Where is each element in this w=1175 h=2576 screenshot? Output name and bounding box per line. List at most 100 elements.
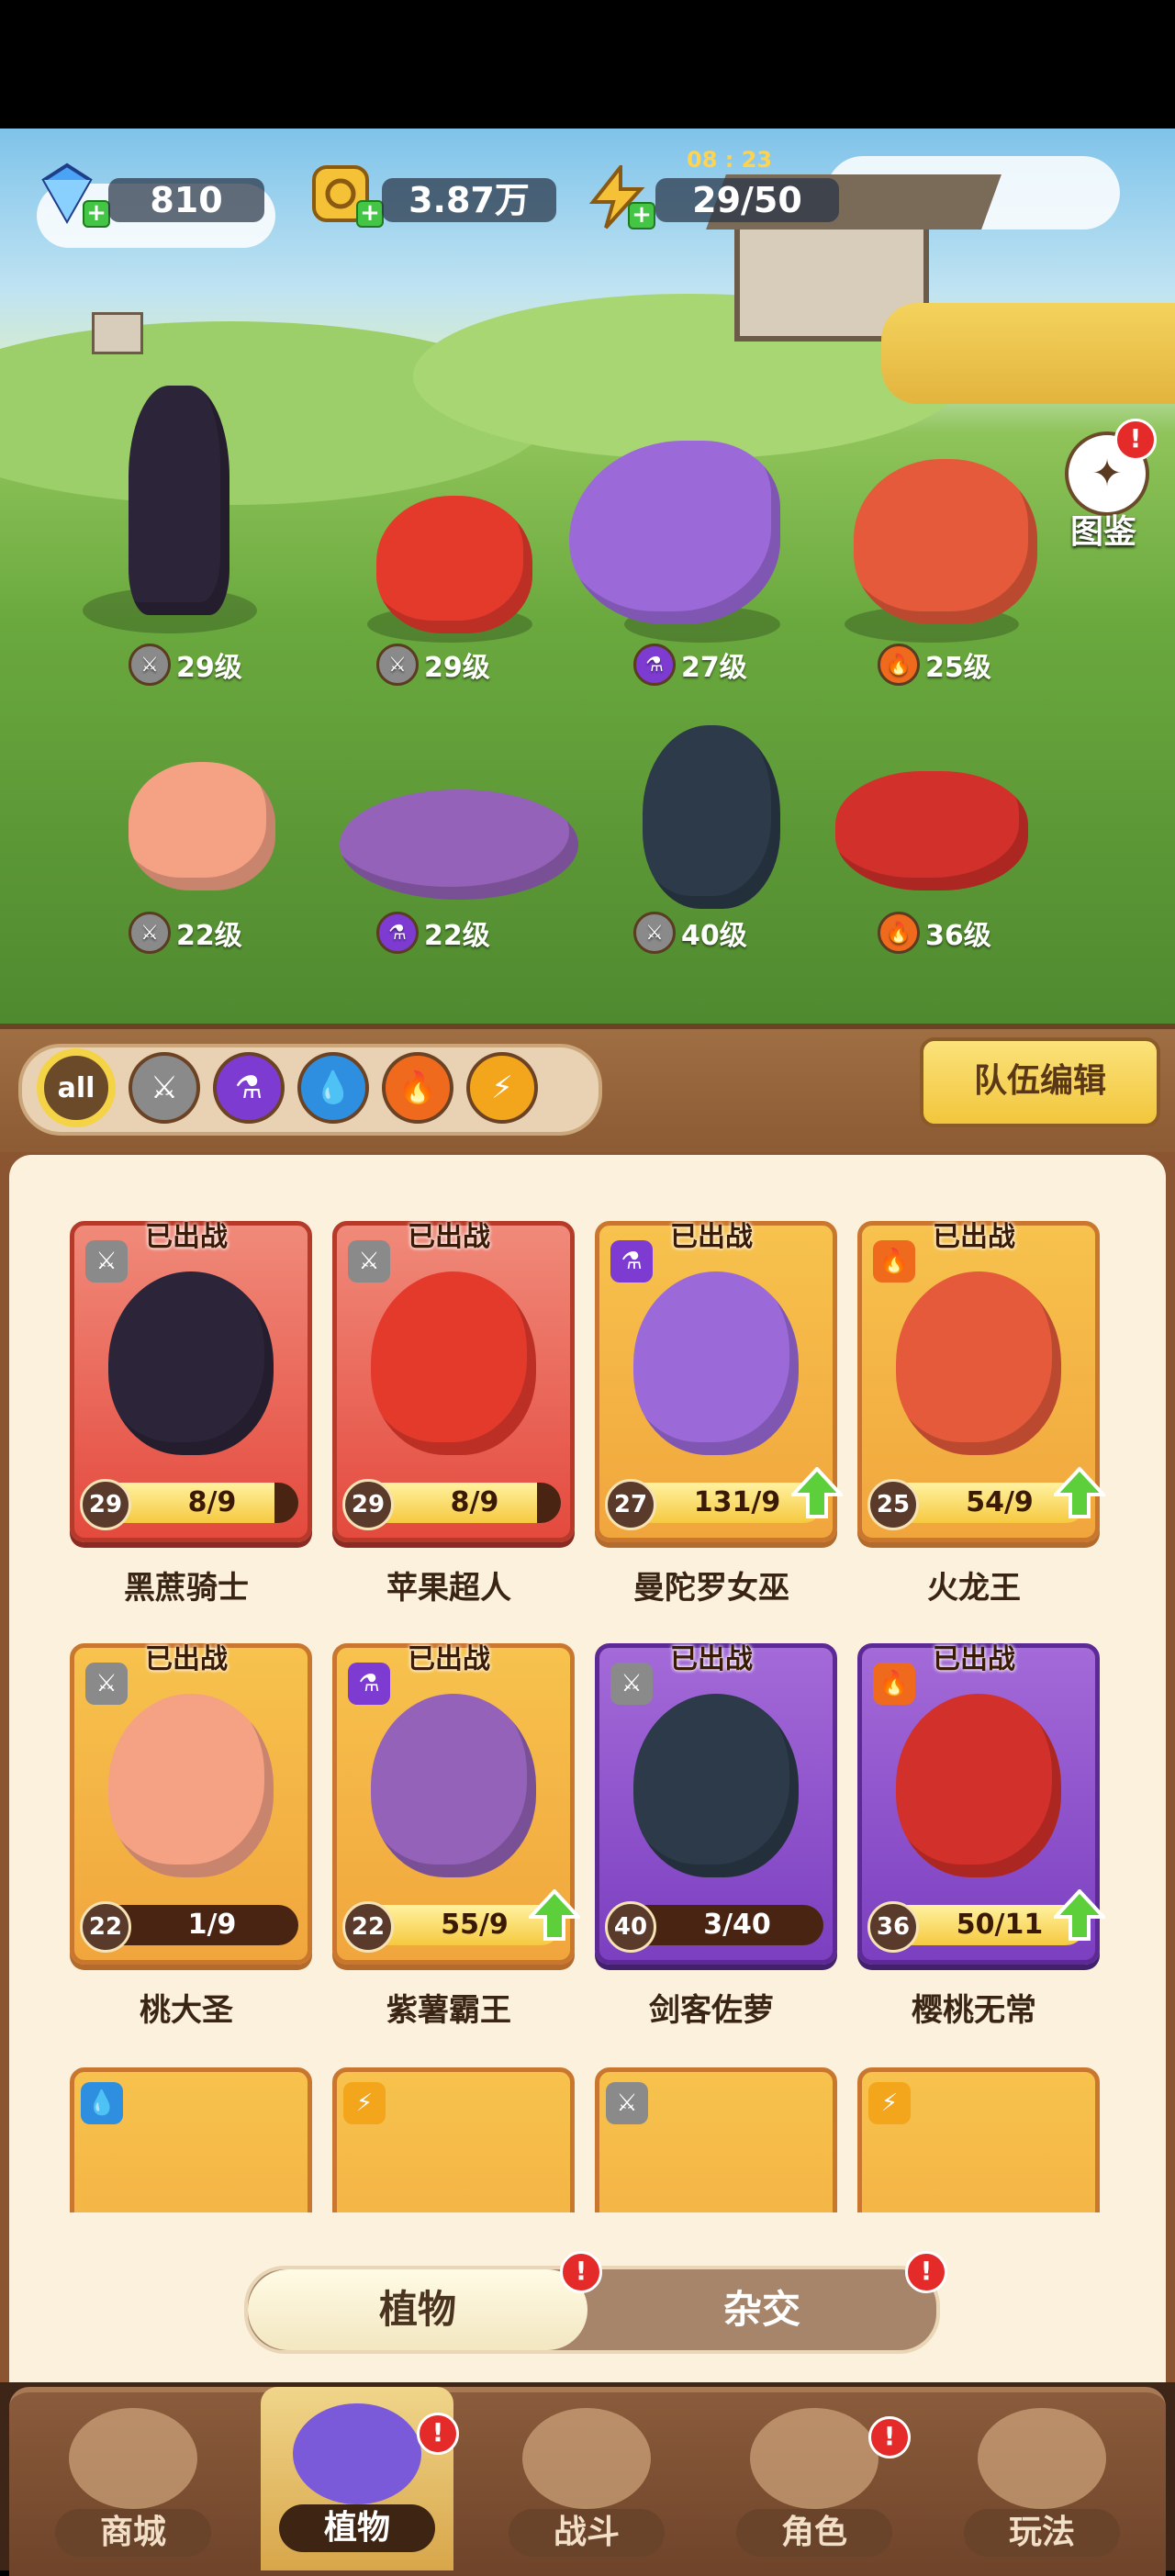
field-level-label: ⚔ 40级 [633,912,747,954]
upgrade-arrow-icon[interactable] [526,1888,583,1941]
peach-sage-figure[interactable] [129,762,275,890]
card-portrait [896,1694,1061,1877]
card-name: 紫薯霸王 [386,1992,511,2029]
deployed-banner: 已出战 [145,1221,228,1253]
cherry-wuchang-figure[interactable] [835,771,1028,890]
plant-card[interactable]: ⚗ 27 131/9 已出战 曼陀罗女巫 [595,1221,845,1607]
card-frame: ⚔ 29 8/9 [332,1221,575,1542]
field-level-label: ⚗ 27级 [633,644,747,686]
plant-card[interactable]: 🔥 36 50/11 已出战 樱桃无常 [857,1643,1108,2029]
card-name: 剑客佐萝 [649,1992,774,2029]
filter-sword-icon[interactable]: ⚔ [129,1052,200,1124]
field-level-label: 🔥 36级 [878,912,991,954]
nav-plants[interactable]: 植物 [261,2387,453,2570]
card-name: 黑蔗骑士 [124,1570,249,1607]
level-text: 27级 [681,652,747,684]
deployed-banner: 已出战 [408,1643,490,1675]
deployed-banner: 已出战 [408,1221,490,1253]
fire-dragon-king-figure[interactable] [854,459,1037,624]
card-portrait [896,1271,1061,1455]
card-level: 22 [342,1901,394,1953]
battle-field-scene [0,129,1175,1024]
card-name: 火龙王 [927,1570,1021,1607]
card-level: 27 [605,1479,656,1530]
notification-badge: ! [868,2416,911,2458]
water-icon: 💧 [81,2082,123,2124]
card-portrait [633,1271,799,1455]
add-gems-icon[interactable]: + [83,200,110,228]
level-text: 29级 [424,652,490,684]
plant-card[interactable]: ⚔ 40 3/40 已出战剑客佐萝 [595,1643,837,2029]
card-level: 22 [80,1901,131,1953]
add-coins-icon[interactable]: + [356,200,384,228]
tab-hybrid[interactable]: 杂交 [588,2269,936,2350]
card-portrait [633,1694,799,1877]
card-portrait [371,1694,536,1877]
lightning-icon: ⚡ [868,2082,911,2124]
status-bar-area [0,0,1175,129]
level-text: 36级 [925,920,991,952]
upgrade-arrow-icon[interactable] [789,1466,845,1518]
nav-label: 商城 [55,2509,211,2557]
card-frame: ⚔ 40 3/40 [595,1643,837,1965]
card-partial[interactable]: 💧 [70,2067,312,2214]
level-text: 22级 [424,920,490,952]
filter-water-icon[interactable]: 💧 [297,1052,369,1124]
level-text: 25级 [925,652,991,684]
card-portrait [371,1271,536,1455]
purple-yam-overlord-figure[interactable] [340,790,578,900]
card-name: 桃大圣 [140,1992,233,2029]
swordsman-zoro-figure[interactable] [643,725,780,909]
wheat-field [881,303,1175,404]
card-partial[interactable]: ⚡ [332,2067,575,2214]
atlas-label: 图鉴 [1070,513,1137,551]
notification-badge: ! [560,2251,602,2293]
nav-gameplay[interactable]: 玩法 [946,2391,1138,2566]
small-house [92,312,143,354]
card-progress-text: 1/9 [187,1909,237,1941]
filter-potion-icon[interactable]: ⚗ [213,1052,285,1124]
plant-card[interactable]: 🔥 25 54/9 已出战 火龙王 [857,1221,1108,1607]
card-partial[interactable]: ⚡ [857,2067,1100,2214]
notification-badge: ! [417,2413,459,2455]
lightning-icon: ⚡ [343,2082,386,2124]
nav-label: 角色 [736,2509,892,2557]
apple-hero-figure[interactable] [376,496,532,633]
level-text: 40级 [681,920,747,952]
datura-witch-figure[interactable] [569,441,780,624]
add-energy-icon[interactable]: + [628,202,655,230]
level-text: 29级 [176,652,242,684]
nav-label: 玩法 [964,2509,1120,2557]
upgrade-arrow-icon[interactable] [1051,1466,1108,1518]
card-name: 曼陀罗女巫 [633,1570,789,1607]
nav-battle[interactable]: 战斗 [490,2391,683,2566]
gameplay-icon [978,2408,1106,2509]
deployed-banner: 已出战 [670,1643,753,1675]
filter-fire-icon[interactable]: 🔥 [382,1052,453,1124]
card-level: 36 [867,1901,919,1953]
card-name: 樱桃无常 [912,1992,1036,2029]
plant-card[interactable]: ⚔ 29 8/9 已出战黑蔗骑士 [70,1221,312,1607]
plant-card[interactable]: ⚔ 29 8/9 已出战苹果超人 [332,1221,575,1607]
card-partial[interactable]: ⚔ [595,2067,837,2214]
level-text: 22级 [176,920,242,952]
gem-amount: 810 [108,178,264,222]
upgrade-arrow-icon[interactable] [1051,1888,1108,1941]
sword-icon: ⚔ [129,644,171,686]
nav-shop[interactable]: 商城 [37,2391,229,2566]
filter-all-button[interactable]: all [40,1052,112,1124]
black-cane-knight-figure[interactable] [129,386,229,615]
plant-card[interactable]: ⚔ 22 1/9 已出战 桃大圣 [70,1643,312,2029]
plant-card[interactable]: ⚗ 22 55/9 已出战 紫薯霸王 [332,1643,583,2029]
sword-icon: ⚔ [376,644,419,686]
card-level: 29 [342,1479,394,1530]
card-frame: ⚔ 29 8/9 [70,1221,312,1542]
card-portrait [108,1694,274,1877]
filter-lightning-icon[interactable]: ⚡ [466,1052,538,1124]
team-edit-button[interactable]: 队伍编辑 [920,1037,1160,1127]
deployed-banner: 已出战 [933,1643,1015,1675]
shop-icon [69,2408,197,2509]
potion-icon: ⚗ [376,912,419,954]
card-name: 苹果超人 [386,1570,511,1607]
tab-plants[interactable]: 植物 [248,2269,588,2350]
